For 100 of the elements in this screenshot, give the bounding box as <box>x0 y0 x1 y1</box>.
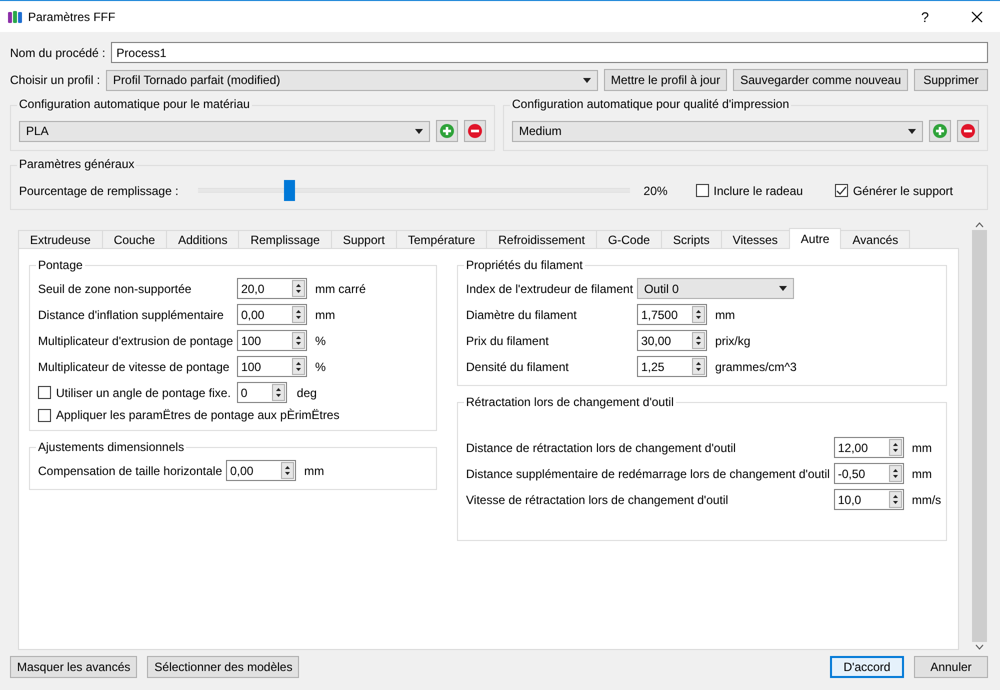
group-title: Rétractation lors de changement d'outil <box>464 395 676 409</box>
unit-label: mm carré <box>315 282 367 296</box>
field-label: Seuil de zone non-supportée <box>38 282 192 296</box>
tab[interactable]: Scripts <box>660 230 722 249</box>
checkbox[interactable] <box>38 386 51 399</box>
field-label: Index de l'extrudeur de filament <box>466 282 634 296</box>
checkbox[interactable] <box>696 184 709 197</box>
spin-arrows-icon[interactable] <box>292 332 306 349</box>
unit-label: mm <box>304 464 326 478</box>
group-title: Propriétés du filament <box>464 258 585 272</box>
close-icon[interactable] <box>971 10 983 22</box>
field-label: Prix du filament <box>466 334 550 348</box>
checkbox-label: Inclure le radeau <box>714 184 803 198</box>
group-title: Configuration automatique pour le matériau <box>17 97 252 111</box>
help-button[interactable]: ? <box>902 1 948 32</box>
field-label: Nom du procédé : <box>10 46 106 60</box>
slider-thumb[interactable] <box>284 180 295 201</box>
spin-arrows-icon[interactable] <box>272 384 285 401</box>
dialog-button[interactable]: Annuler <box>914 656 988 678</box>
tab[interactable]: Avancés <box>840 230 910 249</box>
process-name-field[interactable]: Process1 <box>111 42 988 63</box>
spin-arrows-icon[interactable] <box>292 280 306 297</box>
profile-dropdown[interactable]: Profil Tornado parfait (modified) <box>106 70 598 90</box>
tab[interactable]: Extrudeuse <box>18 230 103 249</box>
unit-label: mm <box>912 466 933 480</box>
unit-label: % <box>315 334 327 348</box>
chevron-down-icon[interactable] <box>975 644 984 650</box>
unit-label: mm/s <box>912 492 942 506</box>
spin-field[interactable]: 0,00 <box>226 460 296 481</box>
footer-button[interactable]: Sélectionner des modèles <box>147 656 300 678</box>
add-button[interactable] <box>436 120 458 142</box>
profile-button[interactable]: Mettre le profil à jour <box>604 69 728 91</box>
spin-arrows-icon[interactable] <box>292 306 306 323</box>
spin-arrows-icon[interactable] <box>888 491 902 508</box>
checkbox-label: Appliquer les paramËtres de pontage aux pÈrimËtres <box>56 408 340 422</box>
unit-label: prix/kg <box>715 334 752 348</box>
slider-label: Pourcentage de remplissage : <box>19 184 178 198</box>
tab[interactable]: Support <box>330 230 397 249</box>
caret-icon <box>779 286 788 291</box>
field-label: Densité du filament <box>466 360 570 374</box>
group-title: Configuration automatique pour qualité d'impression <box>510 97 792 111</box>
spin-field[interactable]: 10,0 <box>834 489 904 510</box>
spin-arrows-icon[interactable] <box>888 439 902 456</box>
field-label: Distance de rétractation lors de changement d'outil <box>466 440 737 454</box>
caret-icon <box>582 78 591 82</box>
spin-field[interactable]: 1,7500 <box>637 304 708 325</box>
spin-field[interactable]: 100 <box>237 330 308 351</box>
field-label: Choisir un profil : <box>10 73 100 87</box>
field-label: Multiplicateur d'extrusion de pontage <box>38 334 234 348</box>
caret-icon <box>415 128 423 134</box>
config-dropdown[interactable]: Medium <box>512 120 923 142</box>
spin-field[interactable]: 100 <box>237 356 308 377</box>
scrollbar-thumb[interactable] <box>972 230 987 642</box>
field-label: Multiplicateur de vitesse de pontage <box>38 360 230 374</box>
spin-field[interactable]: 30,00 <box>637 330 708 351</box>
unit-label: mm <box>315 308 336 322</box>
unit-label: mm <box>715 308 736 322</box>
spin-field[interactable]: 0 <box>236 382 287 403</box>
chevron-up-icon[interactable] <box>975 222 984 228</box>
remove-button[interactable] <box>957 120 979 142</box>
group-title: Pontage <box>36 258 85 272</box>
spin-field[interactable]: 1,25 <box>637 356 708 377</box>
group-title: Ajustements dimensionnels <box>36 440 186 454</box>
profile-button[interactable]: Supprimer <box>914 69 988 91</box>
group-title: Paramètres généraux <box>17 157 136 171</box>
slider-reading: 20% <box>644 184 668 198</box>
window-title: Paramètres FFF <box>28 10 116 24</box>
field-label: Distance supplémentaire de redémarrage lors de changement d'outil <box>466 466 830 480</box>
checkbox[interactable] <box>834 184 848 197</box>
field-label: Diamètre du filament <box>466 308 578 322</box>
spin-field[interactable]: -0,50 <box>834 463 904 484</box>
profile-button[interactable]: Sauvegarder comme nouveau <box>733 69 908 91</box>
tab[interactable]: Autre <box>788 228 842 249</box>
checkbox-label: Générer le support <box>852 184 953 198</box>
tab[interactable]: Température <box>396 230 488 249</box>
field-label: Compensation de taille horizontale <box>38 464 222 478</box>
spin-arrows-icon[interactable] <box>292 358 306 375</box>
spin-field[interactable]: 20,0 <box>237 278 308 299</box>
checkbox-label: Utiliser un angle de pontage fixe. <box>56 386 231 400</box>
config-dropdown[interactable]: PLA <box>19 120 430 142</box>
add-button[interactable] <box>929 120 951 142</box>
footer-button[interactable]: Masquer les avancés <box>10 656 138 678</box>
spin-field[interactable]: 12,00 <box>834 437 904 458</box>
extruder-dropdown[interactable]: Outil 0 <box>637 278 794 299</box>
tab[interactable]: Remplissage <box>238 230 332 249</box>
caret-icon <box>908 128 916 134</box>
remove-button[interactable] <box>464 120 486 142</box>
spin-field[interactable]: 0,00 <box>237 304 308 325</box>
unit-label: grammes/cm^3 <box>715 360 798 374</box>
field-label: Vitesse de rétractation lors de changement d'outil <box>466 492 730 506</box>
checkbox[interactable] <box>38 408 51 422</box>
spin-arrows-icon[interactable] <box>888 465 902 482</box>
field-label: Distance d'inflation supplémentaire <box>38 308 225 322</box>
unit-label: deg <box>296 386 317 400</box>
spin-arrows-icon[interactable] <box>692 306 706 323</box>
spin-arrows-icon[interactable] <box>692 332 706 349</box>
spin-arrows-icon[interactable] <box>281 462 294 479</box>
dialog-button[interactable]: D'accord <box>830 656 904 678</box>
spin-arrows-icon[interactable] <box>692 358 706 375</box>
unit-label: mm <box>912 440 933 454</box>
